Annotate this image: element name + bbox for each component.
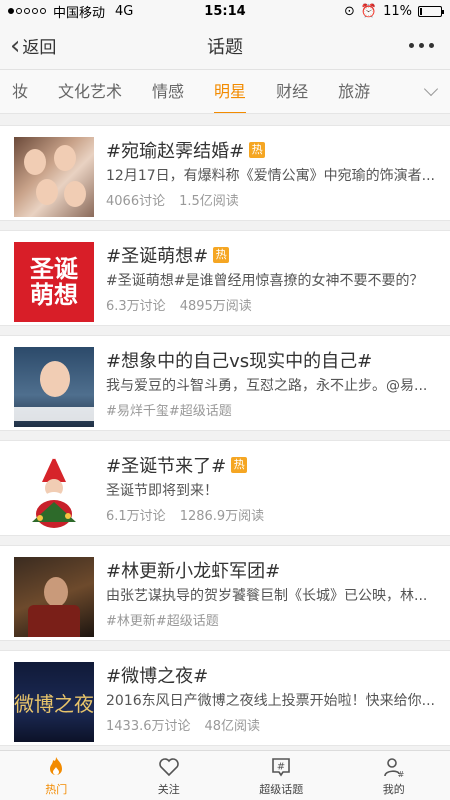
topic-discussions: 6.1万讨论: [106, 509, 166, 524]
tab-makeup[interactable]: 妆: [0, 70, 43, 113]
tab-travel[interactable]: 旅游: [323, 70, 385, 113]
svg-text:#: #: [397, 770, 404, 779]
back-label: 返回: [22, 38, 57, 58]
chevron-left-icon: ‹: [10, 30, 21, 61]
topic-description: 我与爱豆的斗智斗勇，互怼之路，永不止步。@易...: [106, 378, 428, 394]
more-dot: [419, 43, 424, 48]
super-topic-link[interactable]: #易烊千玺#超级话题: [106, 400, 232, 419]
topic-description: 圣诞节即将到来！: [106, 483, 218, 499]
topic-title: #微博之夜#: [106, 666, 209, 687]
chevron-down-icon: [423, 81, 439, 97]
topic-title: #宛瑜赵霁结婚#: [106, 141, 245, 162]
topic-reads: 4895万阅读: [179, 299, 252, 314]
user-icon: #: [383, 757, 404, 779]
topic-title: #想象中的自己vs现实中的自己#: [106, 351, 373, 372]
status-bar: 中国移动 4G 15:14 ⊙ ⏰ 11%: [0, 0, 450, 22]
flame-icon: [50, 756, 63, 775]
tabbar-mine[interactable]: # 我的: [338, 751, 450, 800]
battery-icon: [418, 5, 444, 17]
tabbar-label: 关注: [157, 782, 180, 796]
more-menu-button[interactable]: [409, 43, 450, 48]
battery-percent: 11%: [383, 3, 412, 19]
rotation-lock-icon: ⊙: [344, 3, 355, 19]
tabbar-label: 我的: [382, 782, 405, 796]
topic-thumbnail: [14, 557, 94, 637]
super-topic-link[interactable]: #林更新#超级话题: [106, 610, 219, 629]
tabbar-follow[interactable]: 关注: [113, 751, 226, 800]
topic-thumbnail: 微博之夜: [14, 662, 94, 742]
tab-emotion[interactable]: 情感: [137, 70, 199, 113]
bottom-tab-bar: 热门 关注 # 超级话题 # 我的: [0, 750, 450, 800]
nav-bar: ‹ 返回 话题: [0, 22, 450, 70]
back-button[interactable]: ‹ 返回: [0, 33, 56, 59]
topic-description: #圣诞萌想#是谁曾经用惊喜撩的女神不要不要的？: [106, 273, 424, 289]
hot-badge: 热: [213, 247, 230, 263]
topic-item[interactable]: 圣诞萌想 #圣诞萌想# 热 #圣诞萌想#是谁曾经用惊喜撩的女神不要不要的？ 6.…: [0, 230, 450, 326]
topic-item[interactable]: #宛瑜赵霁结婚# 热 12月17日，有爆料称《爱情公寓》中宛瑜的饰演者... 4…: [0, 125, 450, 221]
topic-reads: 1.5亿阅读: [179, 194, 239, 209]
alarm-icon: ⏰: [360, 3, 378, 19]
tab-culture-art[interactable]: 文化艺术: [43, 70, 137, 113]
topic-title: #林更新小龙虾军团#: [106, 561, 281, 582]
thumbnail-text: 圣诞萌想: [30, 255, 78, 309]
topic-discussions: 1433.6万讨论: [106, 719, 191, 734]
hot-badge: 热: [249, 142, 266, 158]
topic-item[interactable]: 微博之夜 #微博之夜# 2016东风日产微博之夜线上投票开始啦！快来给你... …: [0, 650, 450, 746]
topic-reads: 48亿阅读: [204, 719, 261, 734]
topic-item[interactable]: #想象中的自己vs现实中的自己# 我与爱豆的斗智斗勇，互怼之路，永不止步。@易.…: [0, 335, 450, 431]
topic-thumbnail: [14, 137, 94, 217]
more-dot: [409, 43, 414, 48]
category-tabs: 妆 文化艺术 情感 明星 财经 旅游: [0, 70, 450, 114]
tabbar-label: 热门: [45, 782, 68, 796]
heart-icon: [158, 757, 179, 776]
thumbnail-text: 微博之夜: [14, 691, 94, 716]
super-topic-icon: #: [272, 757, 291, 776]
topic-discussions: 6.3万讨论: [106, 299, 166, 314]
network-type: 4G: [115, 3, 134, 19]
page-title: 话题: [207, 36, 243, 58]
more-dot: [429, 43, 434, 48]
topic-item[interactable]: #林更新小龙虾军团# 由张艺谋执导的贺岁饕餮巨制《长城》已公映，林... #林更…: [0, 545, 450, 641]
topic-title: #圣诞萌想#: [106, 246, 209, 267]
topic-description: 2016东风日产微博之夜线上投票开始啦！快来给你...: [106, 693, 435, 709]
tab-finance[interactable]: 财经: [261, 70, 323, 113]
topic-discussions: 4066讨论: [106, 194, 166, 209]
topic-thumbnail: [14, 452, 94, 532]
tabbar-hot[interactable]: 热门: [0, 751, 113, 800]
topic-item[interactable]: #圣诞节来了# 热 圣诞节即将到来！ 6.1万讨论 1286.9万阅读: [0, 440, 450, 536]
topic-list: #宛瑜赵霁结婚# 热 12月17日，有爆料称《爱情公寓》中宛瑜的饰演者... 4…: [0, 115, 450, 750]
carrier-name: 中国移动: [53, 5, 106, 21]
topic-thumbnail: 圣诞萌想: [14, 242, 94, 322]
topic-description: 12月17日，有爆料称《爱情公寓》中宛瑜的饰演者...: [106, 168, 435, 184]
expand-tabs-button[interactable]: [404, 70, 450, 113]
tab-celebrity[interactable]: 明星: [199, 70, 261, 113]
topic-thumbnail: [14, 347, 94, 427]
tabbar-label: 超级话题: [259, 782, 304, 796]
topic-title: #圣诞节来了#: [106, 456, 227, 477]
hot-badge: 热: [231, 457, 248, 473]
topic-reads: 1286.9万阅读: [179, 509, 265, 524]
svg-text:#: #: [277, 761, 285, 772]
santa-icon: [32, 453, 76, 528]
topic-description: 由张艺谋执导的贺岁饕餮巨制《长城》已公映，林...: [106, 588, 428, 604]
tabbar-super-topic[interactable]: # 超级话题: [225, 751, 338, 800]
signal-icon: [8, 8, 46, 14]
